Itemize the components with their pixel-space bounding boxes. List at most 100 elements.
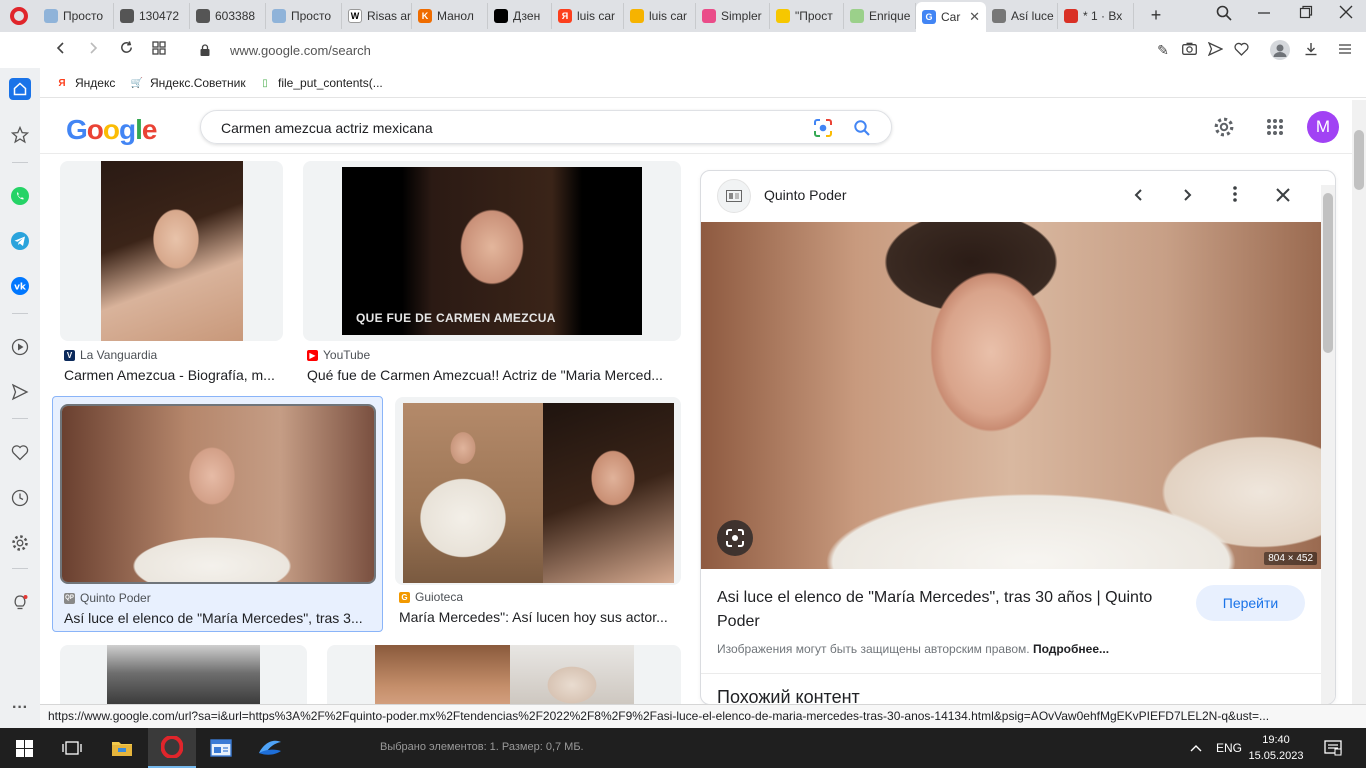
speed-dial-icon[interactable] — [148, 39, 170, 61]
result-thumbnail[interactable] — [60, 404, 376, 584]
bookmark-item[interactable]: Я Яндекс — [55, 76, 115, 90]
home-icon[interactable] — [9, 78, 31, 100]
preview-image[interactable]: 804 × 452 — [701, 222, 1321, 569]
history-clock-icon[interactable] — [9, 487, 31, 509]
opera-taskbar-icon[interactable] — [148, 728, 196, 768]
preview-source-name[interactable]: Quinto Poder — [764, 187, 847, 203]
account-avatar[interactable]: M — [1307, 111, 1339, 143]
browser-tab[interactable]: Así luce — [986, 3, 1058, 29]
close-tab-icon[interactable]: ✕ — [969, 9, 980, 25]
panel-scrollbar[interactable] — [1321, 185, 1335, 704]
image-result[interactable]: V La Vanguardia Carmen Amezcua - Biograf… — [60, 161, 283, 387]
next-image-button[interactable] — [1176, 185, 1198, 207]
result-source[interactable]: QP Quinto Poder — [64, 591, 151, 605]
opera-logo-icon[interactable] — [10, 7, 28, 25]
result-thumbnail[interactable] — [395, 397, 681, 585]
reload-button[interactable] — [115, 39, 137, 61]
star-icon[interactable] — [9, 124, 31, 146]
bookmark-item[interactable]: ▯ file_put_contents(... — [258, 76, 383, 90]
image-result[interactable]: QUE FUE DE CARMEN AMEZCUA ▶ YouTube Qué … — [303, 161, 681, 387]
minimize-button[interactable] — [1254, 5, 1274, 23]
browser-tab[interactable]: Просто — [266, 3, 342, 29]
search-image-lens-button[interactable] — [717, 520, 753, 556]
browser-tab[interactable]: "Прост — [770, 3, 844, 29]
source-favicon[interactable] — [717, 179, 751, 213]
browser-tab[interactable]: Simpler — [696, 3, 770, 29]
visit-button[interactable]: Перейти — [1196, 585, 1305, 621]
lock-icon[interactable] — [200, 43, 210, 56]
bookmark-item[interactable]: 🛒 Яндекс.Советник — [130, 76, 246, 90]
settings-gear-icon[interactable] — [9, 532, 31, 554]
input-language[interactable]: ENG — [1216, 728, 1242, 768]
browser-tab[interactable]: * 1 · Вх — [1058, 3, 1134, 29]
previous-image-button[interactable] — [1128, 185, 1150, 207]
result-thumbnail[interactable] — [60, 161, 283, 341]
notifications-icon[interactable] — [1324, 728, 1342, 768]
browser-tab[interactable]: G Car ✕ — [916, 2, 986, 32]
browser-tab[interactable]: Дзен — [488, 3, 552, 29]
google-lens-icon[interactable] — [813, 118, 833, 143]
settings-icon[interactable] — [1213, 116, 1235, 143]
edit-icon[interactable]: ✎ — [1155, 42, 1171, 58]
close-preview-button[interactable] — [1272, 185, 1294, 207]
search-box[interactable]: Carmen amezcua actriz mexicana — [200, 110, 892, 144]
image-result-selected[interactable]: QP Quinto Poder Así luce el elenco de "M… — [52, 396, 383, 632]
profile-icon[interactable] — [1270, 40, 1290, 60]
more-options-icon[interactable]: ··· — [9, 697, 31, 719]
browser-tab[interactable]: 130472 — [114, 3, 190, 29]
lightbulb-icon[interactable] — [9, 592, 31, 614]
page-scrollbar-thumb[interactable] — [1354, 130, 1364, 190]
result-source[interactable]: G Guioteca — [399, 590, 463, 604]
search-tabs-icon[interactable] — [1214, 5, 1234, 25]
browser-tab[interactable]: luis car — [624, 3, 696, 29]
panel-scrollbar-thumb[interactable] — [1323, 193, 1333, 353]
result-source[interactable]: ▶ YouTube — [307, 348, 370, 362]
close-window-button[interactable] — [1336, 5, 1356, 23]
result-thumbnail[interactable] — [60, 645, 307, 705]
google-apps-icon[interactable] — [1266, 118, 1284, 141]
preview-title[interactable]: Asi luce el elenco de "María Mercedes", … — [717, 586, 1167, 634]
vk-icon[interactable]: vk — [9, 275, 31, 297]
download-icon[interactable] — [1303, 42, 1319, 58]
show-hidden-icons[interactable] — [1190, 728, 1202, 768]
new-tab-button[interactable]: + — [1146, 5, 1166, 26]
system-clock[interactable]: 19:40 15.05.2023 — [1245, 732, 1307, 764]
browser-tab[interactable]: Яluis car — [552, 3, 624, 29]
player-icon[interactable] — [9, 336, 31, 358]
windows-start-icon[interactable] — [0, 728, 48, 768]
browser-tab[interactable]: 603388 — [190, 3, 266, 29]
forward-button[interactable] — [82, 39, 104, 61]
result-title[interactable]: María Mercedes": Así lucen hoy sus actor… — [399, 609, 679, 625]
url-field[interactable]: www.google.com/search — [230, 43, 371, 58]
image-result[interactable] — [327, 645, 681, 705]
search-input[interactable]: Carmen amezcua actriz mexicana — [221, 120, 433, 136]
easy-setup-icon[interactable] — [1337, 42, 1353, 58]
camera-icon[interactable] — [1181, 42, 1197, 58]
image-result[interactable]: G Guioteca María Mercedes": Así lucen ho… — [395, 397, 681, 633]
app-swoosh-icon[interactable] — [246, 728, 294, 768]
result-title[interactable]: Qué fue de Carmen Amezcua!! Actriz de "M… — [307, 367, 677, 383]
browser-tab[interactable]: W Risas ar — [342, 3, 412, 29]
file-explorer-icon[interactable] — [98, 728, 146, 768]
learn-more-link[interactable]: Подробнее... — [1033, 642, 1109, 656]
search-icon[interactable] — [853, 119, 871, 142]
google-logo[interactable]: Google — [66, 114, 157, 146]
browser-tab[interactable]: Enrique — [844, 3, 916, 29]
browser-tab[interactable]: Просто — [38, 3, 114, 29]
send-icon[interactable] — [1207, 41, 1224, 58]
page-scrollbar[interactable] — [1352, 100, 1366, 705]
heart-icon[interactable] — [1233, 42, 1249, 58]
result-thumbnail[interactable]: QUE FUE DE CARMEN AMEZCUA — [303, 161, 681, 341]
image-result[interactable] — [60, 645, 307, 705]
whatsapp-icon[interactable] — [9, 185, 31, 207]
result-source[interactable]: V La Vanguardia — [64, 348, 157, 362]
app-window-icon[interactable] — [197, 728, 245, 768]
back-button[interactable] — [50, 39, 72, 61]
my-flow-icon[interactable] — [9, 381, 31, 403]
result-title[interactable]: Carmen Amezcua - Biografía, m... — [64, 367, 283, 383]
result-thumbnail[interactable] — [327, 645, 681, 705]
favorites-heart-icon[interactable] — [9, 442, 31, 464]
task-view-icon[interactable] — [48, 728, 96, 768]
restore-button[interactable] — [1296, 5, 1316, 23]
more-options-button[interactable] — [1224, 185, 1246, 207]
